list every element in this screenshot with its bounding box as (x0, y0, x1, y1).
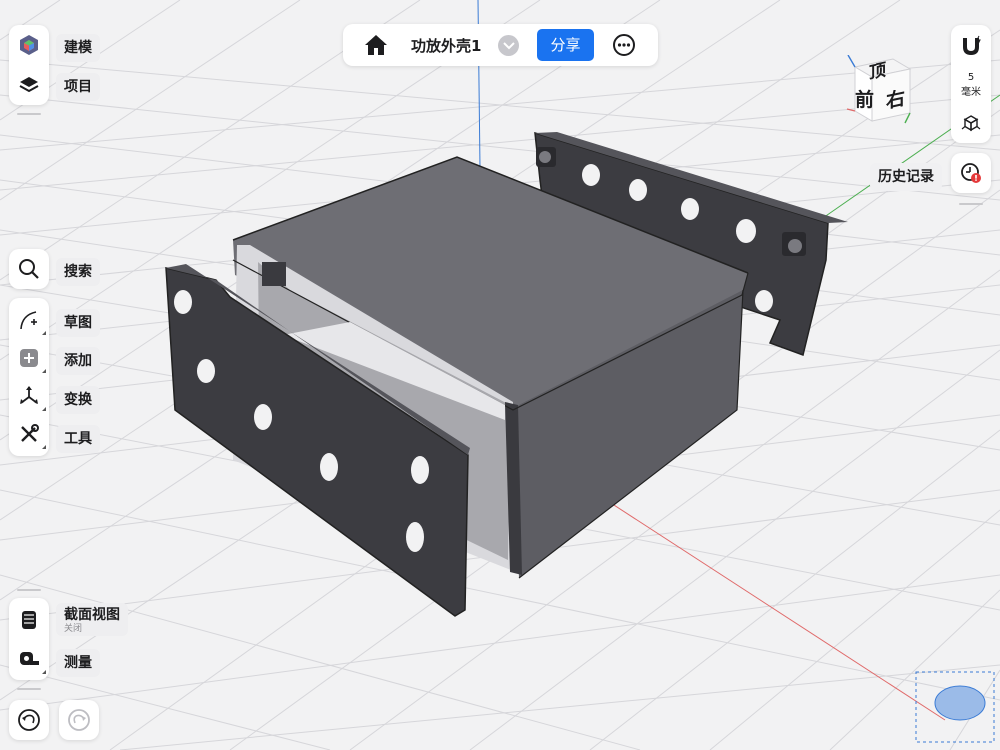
submenu-indicator (42, 331, 46, 335)
document-toolbar: 功放外壳1 分享 (343, 24, 658, 66)
workspace-button[interactable] (9, 27, 49, 63)
transform-label[interactable]: 变换 (56, 386, 100, 414)
view-cube[interactable]: 顶 前 右 (845, 54, 915, 125)
history-label[interactable]: 历史记录 (870, 163, 942, 191)
inspect-panel (9, 598, 49, 680)
add-label[interactable]: 添加 (56, 347, 100, 375)
divider (17, 589, 41, 591)
section-view-icon (22, 611, 36, 629)
add-button[interactable] (9, 340, 49, 376)
chevron-down-icon (502, 41, 515, 49)
transform-button[interactable] (9, 378, 49, 414)
snap-button[interactable] (951, 28, 991, 64)
view-cube-right[interactable]: 右 (886, 83, 905, 114)
submenu-indicator (42, 407, 46, 411)
section-view-button[interactable] (9, 602, 49, 638)
document-title[interactable]: 功放外壳1 (411, 35, 481, 56)
grid-button[interactable] (951, 105, 991, 141)
snap-unit[interactable]: 毫米 (951, 83, 991, 98)
snap-value[interactable]: 5 (951, 72, 991, 83)
sketch-label[interactable]: 草图 (56, 309, 100, 337)
history-clock-icon (961, 163, 981, 183)
tools-label[interactable]: 工具 (56, 425, 100, 453)
transform-icon (20, 386, 38, 404)
divider (17, 113, 41, 115)
redo-icon (68, 709, 90, 731)
search-panel (9, 249, 49, 289)
title-dropdown-button[interactable] (498, 35, 519, 56)
cube-grid-icon (961, 115, 981, 132)
undo-icon (18, 709, 40, 731)
more-icon (613, 34, 635, 56)
tape-measure-icon (20, 652, 39, 665)
divider (17, 688, 41, 690)
magnifier-icon (19, 259, 39, 279)
tools-button[interactable] (9, 416, 49, 452)
section-view-label[interactable]: 截面视图 关闭 (56, 603, 128, 636)
sketch-icon (20, 311, 37, 330)
section-view-title: 截面视图 (64, 607, 120, 623)
home-icon (365, 35, 387, 55)
history-panel (951, 153, 991, 193)
share-button[interactable]: 分享 (537, 29, 594, 61)
sketch-button[interactable] (9, 302, 49, 338)
section-view-status: 关闭 (64, 624, 83, 634)
search-label[interactable]: 搜索 (56, 258, 100, 286)
magnet-icon (963, 35, 981, 56)
more-options-button[interactable] (612, 33, 636, 57)
add-icon (20, 349, 38, 367)
history-button[interactable] (951, 155, 991, 191)
submenu-indicator (42, 670, 46, 674)
search-button[interactable] (9, 251, 49, 287)
layers-icon (19, 77, 39, 93)
project-button[interactable] (9, 67, 49, 103)
home-button[interactable] (363, 33, 389, 57)
measure-label[interactable]: 测量 (56, 649, 100, 677)
redo-button[interactable] (59, 700, 99, 740)
snap-panel: 5 毫米 (951, 25, 991, 143)
project-label[interactable]: 项目 (56, 73, 100, 101)
workspace-label[interactable]: 建模 (56, 34, 100, 62)
model-workspace-icon (20, 35, 38, 55)
tools-panel (9, 298, 49, 456)
submenu-indicator (42, 369, 46, 373)
divider (959, 203, 983, 205)
view-cube-top[interactable]: 顶 (869, 55, 886, 84)
tools-icon (21, 424, 39, 442)
submenu-indicator (42, 445, 46, 449)
undo-button[interactable] (9, 700, 49, 740)
workspace-panel (9, 25, 49, 105)
view-cube-front[interactable]: 前 (855, 85, 874, 112)
measure-button[interactable] (9, 641, 49, 677)
